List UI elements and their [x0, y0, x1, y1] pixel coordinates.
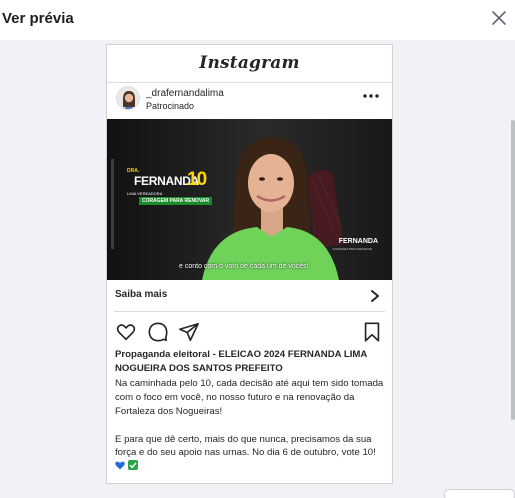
caption-title: Propaganda eleitoral - ELEICAO 2024 FERN…: [115, 349, 367, 374]
video-name-subline: LIMA VEREADORA: [127, 191, 163, 196]
post-video[interactable]: DRA. FERNANDA 10 LIMA VEREADORA CORAGEM …: [107, 119, 392, 280]
heart-icon[interactable]: [115, 321, 137, 343]
avatar[interactable]: [116, 86, 140, 110]
bookmark-icon[interactable]: [361, 321, 383, 343]
learn-more-button[interactable]: Saiba mais: [114, 280, 385, 312]
caption-paragraph-1: Na caminhada pelo 10, cada decisão até a…: [115, 378, 384, 417]
video-corner-logo: FERNANDA: [338, 238, 378, 245]
blue-heart-icon: [115, 461, 125, 470]
comment-icon[interactable]: [147, 321, 169, 343]
video-subtitle: e conto com o voto de cada um de vocês!: [179, 263, 309, 270]
dialog-header: Ver prévia: [0, 0, 515, 40]
post-username[interactable]: _drafernandalima: [146, 88, 224, 99]
close-icon[interactable]: [489, 8, 509, 28]
post-actions: [107, 312, 392, 348]
dialog-title: Ver prévia: [2, 10, 74, 27]
footer-button[interactable]: [444, 489, 515, 498]
chevron-right-icon: [371, 290, 379, 302]
learn-more-label: Saiba mais: [115, 289, 168, 300]
instagram-logo: Instagram: [199, 53, 300, 73]
more-options-icon[interactable]: [362, 92, 380, 100]
share-icon[interactable]: [178, 321, 200, 343]
post-caption: Propaganda eleitoral - ELEICAO 2024 FERN…: [107, 348, 392, 474]
caption-paragraph-2-text: E para que dê certo, mais do que nunca, …: [115, 433, 376, 459]
video-corner-logo-sub: CORAGEM PARA RENOVAR: [332, 247, 372, 251]
instagram-preview-card: Instagram _drafernandalima Patrocinado D…: [106, 44, 393, 484]
sponsored-label: Patrocinado: [146, 101, 195, 111]
check-mark-icon: [127, 459, 138, 470]
post-header: _drafernandalima Patrocinado: [107, 83, 392, 119]
instagram-topbar: Instagram: [107, 45, 392, 83]
scrollbar-thumb[interactable]: [511, 120, 515, 420]
video-candidate-number: 10: [187, 169, 207, 190]
video-slogan: CORAGEM PARA RENOVAR: [139, 197, 213, 205]
caption-paragraph-2: E para que dê certo, mais do que nunca, …: [115, 433, 385, 474]
